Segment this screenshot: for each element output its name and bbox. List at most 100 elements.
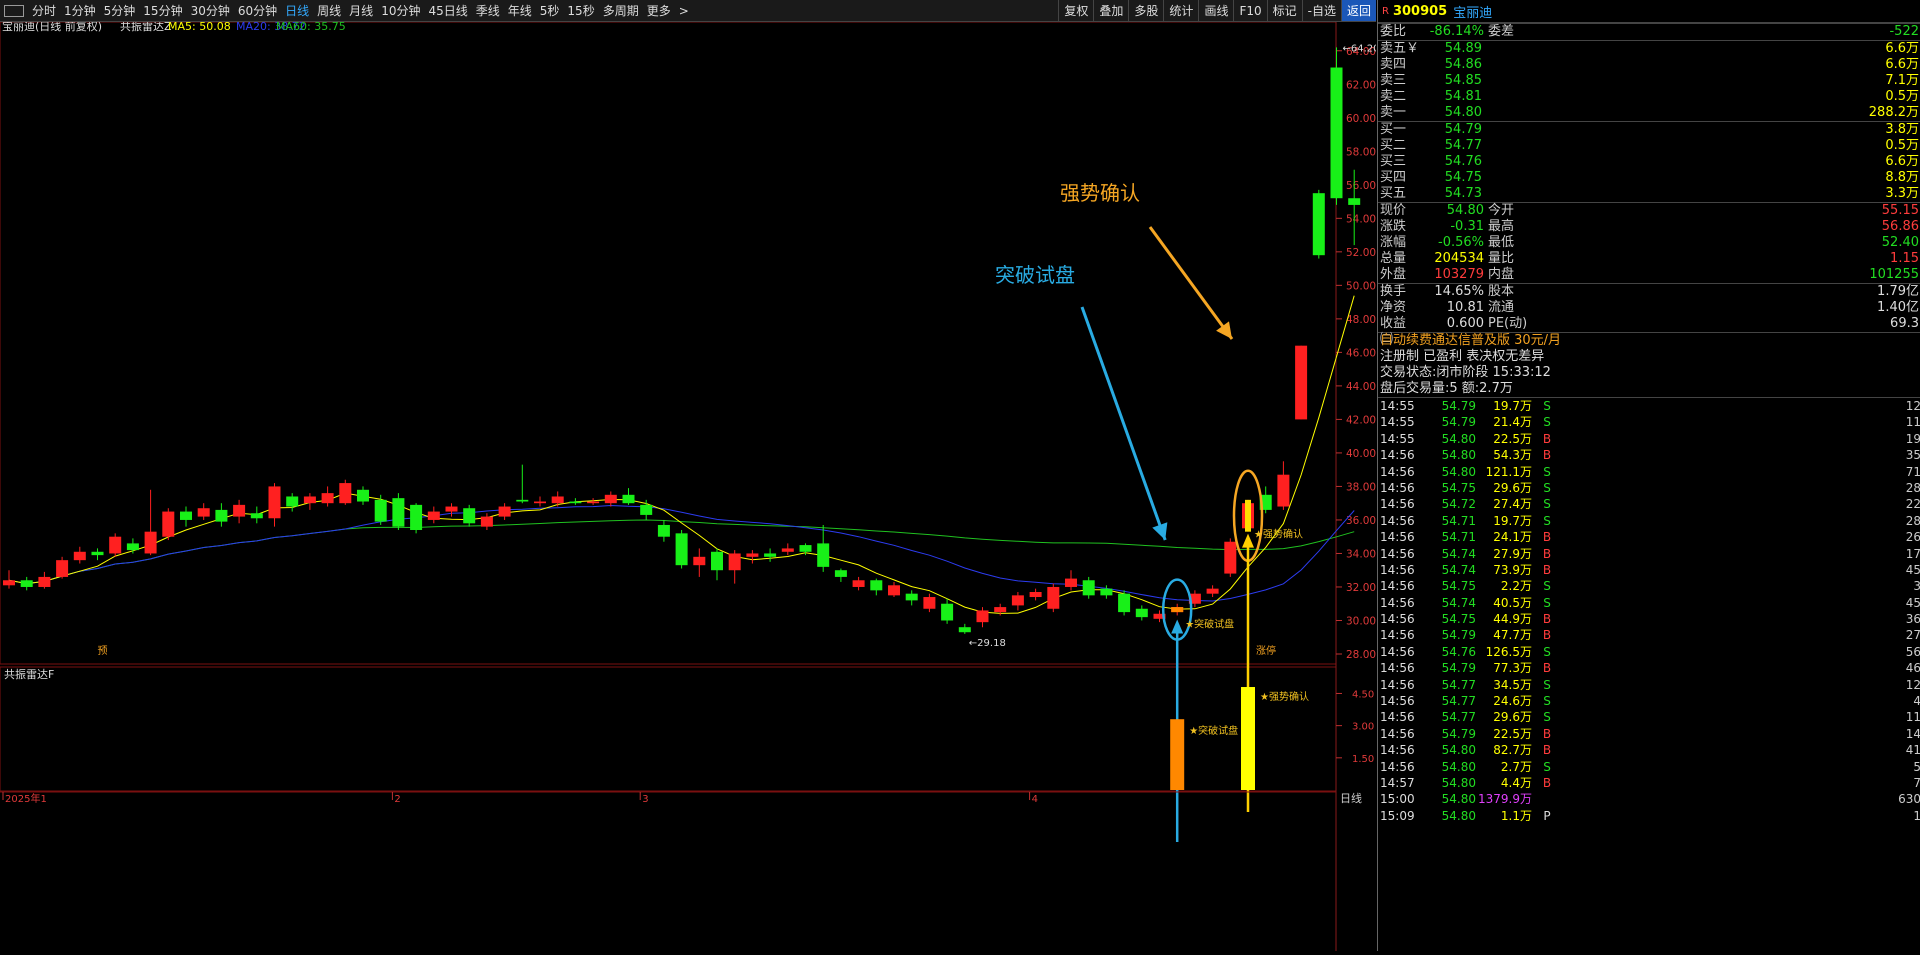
candle-body[interactable] [1100,588,1113,596]
period-tab[interactable]: 10分钟 [377,2,424,19]
candle-body[interactable] [746,553,759,557]
book-row[interactable]: 买一 54.79 3.8万 [1378,122,1920,138]
candle-body[interactable] [162,511,175,537]
candle-body[interactable] [321,493,334,504]
book-row[interactable]: 买二 54.77 0.5万 [1378,138,1920,154]
candle-body[interactable] [357,489,369,502]
action-button[interactable]: 返回 [1340,0,1376,21]
candle-body[interactable] [1065,578,1077,587]
period-tab[interactable]: 15秒 [563,2,598,19]
candle-body[interactable] [675,533,688,566]
candle-body[interactable] [852,580,865,587]
candle-body[interactable] [339,483,352,504]
candle-body[interactable] [1011,595,1024,606]
candle-body[interactable] [498,506,511,517]
action-button[interactable]: 画线 [1198,0,1233,21]
candle-body[interactable] [693,556,706,566]
stock-name[interactable]: 宝丽迪 [1453,2,1492,21]
candle-body[interactable] [657,524,670,537]
period-tab[interactable]: 分时 [28,2,60,19]
candle-body[interactable] [1224,541,1237,574]
candle-body[interactable] [445,506,458,512]
period-tab[interactable]: 1分钟 [60,2,100,19]
ad-text[interactable]: 自动续费通达信普及版 30元/月 [1380,333,1561,349]
book-row[interactable]: 卖五￥ 54.89 6.6万 [1378,41,1920,57]
candle-body[interactable] [463,508,476,524]
period-tab[interactable]: 周线 [313,2,345,19]
action-button[interactable]: 多股 [1128,0,1163,21]
candle-body[interactable] [215,509,228,522]
candle-body[interactable] [711,551,723,571]
candle-body[interactable] [410,504,423,530]
kline-chart-area[interactable]: 宝丽迪(日线 前复权) 共振雷达Z MA5: 50.08 MA20: 38.72 MA6… [0,19,1380,951]
candle-body[interactable] [233,504,246,517]
action-button[interactable]: F10 [1233,0,1266,21]
candle-body[interactable] [958,627,971,633]
candle-body[interactable] [144,531,157,554]
candle-body[interactable] [781,548,794,552]
period-tab[interactable]: 多周期 [599,2,643,19]
candle-body[interactable] [1330,67,1343,199]
ad-banner[interactable]: 自动续费通达信普及版 30元/月 [1378,332,1920,349]
book-row[interactable]: 买四 54.75 8.8万 [1378,170,1920,186]
candle-body[interactable] [73,551,86,561]
tick-list[interactable]: 14:55 54.79 19.7万 S 12 14:55 54.79 21.4万 S 11 14:5… [1378,397,1920,824]
candle-body[interactable] [799,545,812,552]
book-row[interactable]: 买三 54.76 6.6万 [1378,154,1920,170]
candle-body[interactable] [303,496,316,504]
action-button[interactable]: -自选 [1301,0,1341,21]
candle-body[interactable] [622,494,635,504]
candle-body[interactable] [994,607,1007,613]
candle-body[interactable] [1206,588,1219,594]
period-tab[interactable]: 年线 [504,2,536,19]
candle-body[interactable] [1348,198,1361,205]
action-button[interactable]: 统计 [1163,0,1198,21]
candle-body[interactable] [870,580,883,591]
candle-body[interactable] [3,580,15,586]
candle-body[interactable] [20,580,33,587]
window-box-icon[interactable] [4,4,24,17]
stock-code[interactable]: 300905 [1393,4,1447,19]
candle-body[interactable] [834,570,847,577]
period-tab[interactable]: 日线 [281,2,313,19]
candle-body[interactable] [817,543,830,567]
period-tab[interactable]: 5分钟 [100,2,140,19]
candle-body[interactable] [534,501,546,504]
candle-body[interactable] [38,576,51,587]
candle-body[interactable] [374,499,387,522]
candle-body[interactable] [1135,608,1148,618]
candle-body[interactable] [905,593,918,601]
candle-body[interactable] [516,499,529,502]
kline-svg[interactable]: 宝丽迪(日线 前复权) 共振雷达ZMA5: 50.08 MA20: 38.72MA6… [0,19,1380,951]
more-arrow-icon[interactable]: > [675,4,693,18]
candle-body[interactable] [1047,586,1060,609]
book-row[interactable]: 卖一 54.80 288.2万 [1378,105,1920,121]
candle-body[interactable] [1029,592,1042,598]
candle-body[interactable] [56,560,69,577]
book-row[interactable]: 买五 54.73 3.3万 [1378,186,1920,202]
period-tab[interactable]: 5秒 [536,2,564,19]
candle-body[interactable] [604,494,617,504]
candle-body[interactable] [126,543,139,551]
candle-body[interactable] [1118,593,1131,613]
candle-body[interactable] [1082,580,1095,596]
period-tab[interactable]: 月线 [345,2,377,19]
candle-body[interactable] [392,498,405,527]
candle-body[interactable] [91,551,104,556]
candle-body[interactable] [286,496,299,507]
candle-body[interactable] [197,508,210,517]
candle-body[interactable] [180,511,192,520]
candle-body[interactable] [551,496,564,504]
book-row[interactable]: 卖三 54.85 7.1万 [1378,73,1920,89]
candle-body[interactable] [728,553,741,571]
candle-body[interactable] [569,501,582,504]
candle-body[interactable] [268,486,281,519]
candle-body[interactable] [1295,345,1308,420]
action-button[interactable]: 叠加 [1093,0,1128,21]
candle-body[interactable] [923,597,936,609]
book-row[interactable]: 卖四 54.86 6.6万 [1378,57,1920,73]
period-tab[interactable]: 季线 [472,2,504,19]
candle-body[interactable] [109,536,122,554]
candle-body[interactable] [976,610,989,623]
action-button[interactable]: 复权 [1058,0,1093,21]
